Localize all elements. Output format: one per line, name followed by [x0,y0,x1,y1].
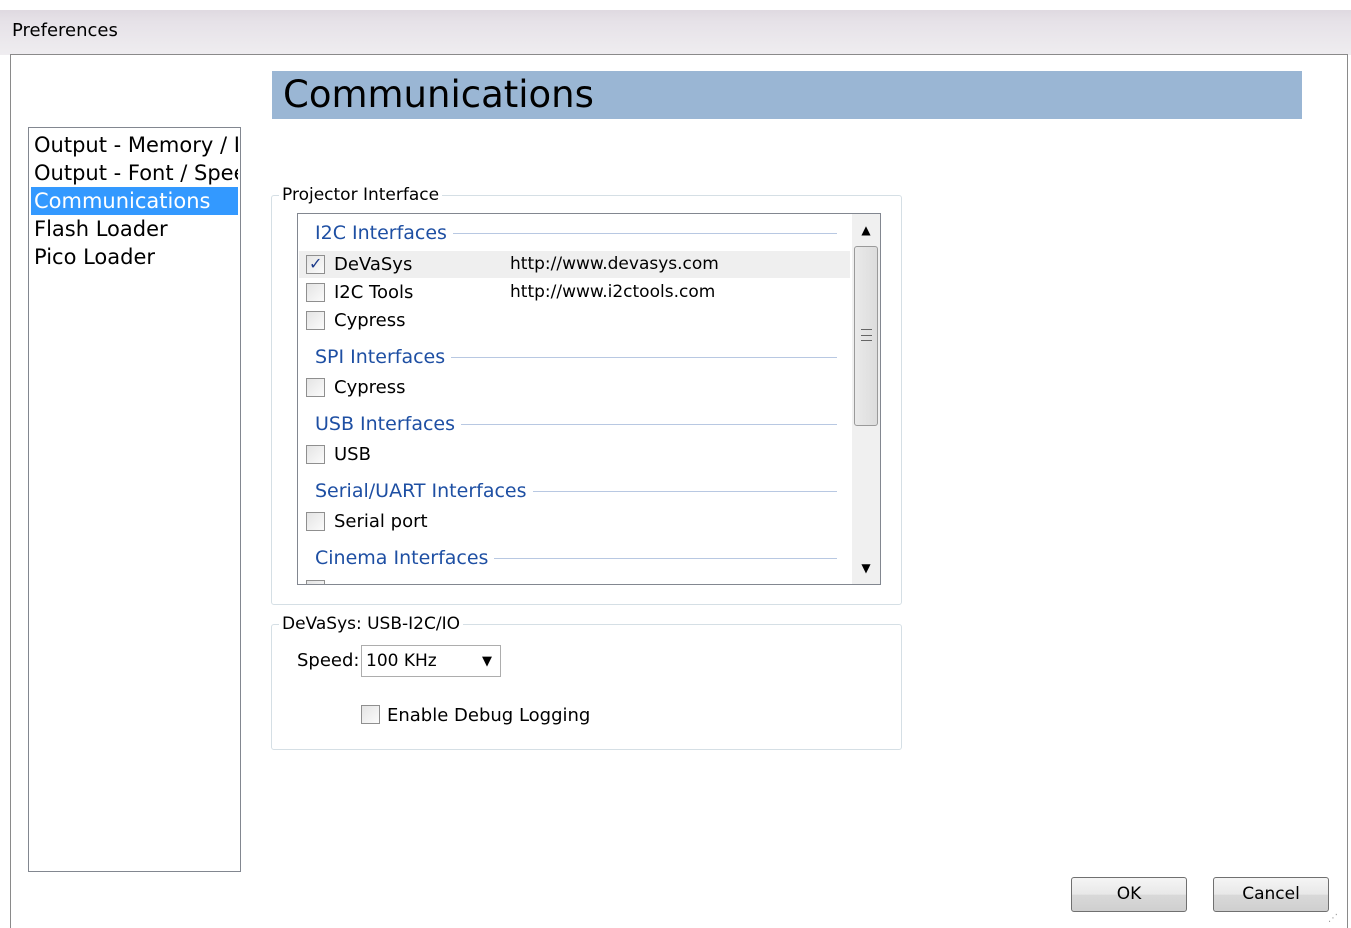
scrollbar-thumb[interactable] [854,246,878,426]
window-title: Preferences [12,20,118,41]
interface-row-cypress-i2c[interactable]: Cypress [299,307,850,334]
section-serial-interfaces: Serial/UART Interfaces [315,479,837,503]
chevron-down-icon[interactable]: ▼ [482,654,492,670]
projector-interface-label: Projector Interface [279,185,443,205]
cypress-spi-checkbox[interactable] [306,378,325,397]
section-label: USB Interfaces [315,412,462,436]
speed-label: Speed: [297,650,360,671]
page-header: Communications [272,71,1302,119]
partial-row-checkbox[interactable] [306,580,325,584]
section-label: Cinema Interfaces [315,546,495,570]
nav-item-flash-loader[interactable]: Flash Loader [31,215,238,243]
interface-name: I2C Tools [334,282,414,303]
debug-logging-checkbox[interactable] [361,705,380,724]
debug-logging-label: Enable Debug Logging [387,705,591,726]
thumb-grip-icon [861,329,872,341]
interface-url: http://www.i2ctools.com [510,282,716,302]
section-i2c-interfaces: I2C Interfaces [315,221,837,245]
i2c-tools-checkbox[interactable] [306,283,325,302]
speed-select[interactable]: 100 KHz ▼ [361,645,501,677]
debug-logging-option[interactable]: Enable Debug Logging [361,703,611,729]
interface-row-i2c-tools[interactable]: I2C Tools http://www.i2ctools.com [299,279,850,306]
section-label: I2C Interfaces [315,221,453,245]
interface-row-cypress-spi[interactable]: Cypress [299,374,850,401]
interface-name: Cypress [334,310,406,331]
cancel-button[interactable]: Cancel [1213,877,1329,912]
preferences-nav-list[interactable]: Output - Memory / Lo Output - Font / Spe… [28,127,241,872]
interface-name: USB [334,444,371,465]
interface-listbox[interactable]: I2C Interfaces ✓ DeVaSys http://www.deva… [297,213,881,585]
interface-row-partial[interactable] [299,576,850,584]
section-label: Serial/UART Interfaces [315,479,533,503]
nav-item-output-memory[interactable]: Output - Memory / Lo [31,131,238,159]
section-label: SPI Interfaces [315,345,452,369]
page-title: Communications [283,73,594,116]
resize-grip-icon[interactable]: ⋰ [1328,912,1344,926]
interface-url: http://www.devasys.com [510,254,719,274]
devasys-settings-group [271,624,902,750]
interface-name: DeVaSys [334,254,413,275]
checkmark-icon: ✓ [309,254,323,273]
speed-value: 100 KHz [366,651,437,671]
scroll-up-arrow-icon[interactable]: ▲ [852,216,880,244]
interface-row-devasys[interactable]: ✓ DeVaSys http://www.devasys.com [299,251,850,278]
devasys-settings-label: DeVaSys: USB-I2C/IO [279,614,463,634]
nav-item-pico-loader[interactable]: Pico Loader [31,243,238,271]
interface-row-usb[interactable]: USB [299,441,850,468]
scroll-down-arrow-icon[interactable]: ▼ [852,554,880,582]
interface-name: Serial port [334,511,428,532]
window-titlebar: Preferences [0,0,1351,55]
nav-item-communications[interactable]: Communications [31,187,238,215]
listbox-scrollbar[interactable]: ▲ ▼ [852,214,880,584]
section-cinema-interfaces: Cinema Interfaces [315,546,837,570]
section-spi-interfaces: SPI Interfaces [315,345,837,369]
serial-port-checkbox[interactable] [306,512,325,531]
interface-name: Cypress [334,377,406,398]
ok-button[interactable]: OK [1071,877,1187,912]
cypress-i2c-checkbox[interactable] [306,311,325,330]
interface-row-serial-port[interactable]: Serial port [299,508,850,535]
nav-item-output-font[interactable]: Output - Font / Speed [31,159,238,187]
section-usb-interfaces: USB Interfaces [315,412,837,436]
devasys-checkbox[interactable]: ✓ [306,254,325,274]
usb-checkbox[interactable] [306,445,325,464]
